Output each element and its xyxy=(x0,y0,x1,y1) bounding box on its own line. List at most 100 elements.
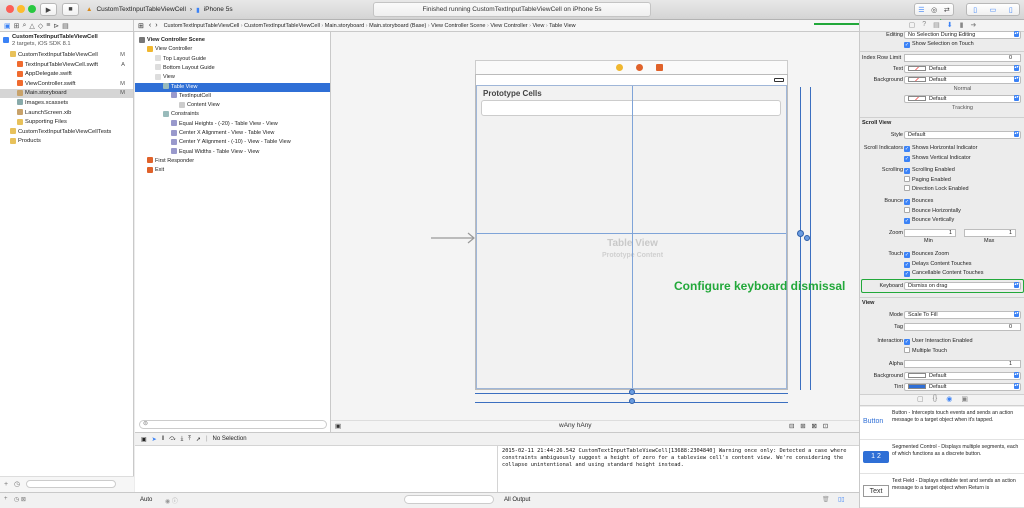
view-background-popup[interactable]: Default xyxy=(904,372,1021,380)
bounce-vertically-checkbox[interactable]: ✓ Bounce Vertically xyxy=(904,216,954,225)
style-popup[interactable]: Default xyxy=(904,131,1021,139)
navigator-toggle-icon[interactable]: ▯ xyxy=(973,6,977,14)
breadcrumb-item[interactable]: CustomTextInputTableViewCell xyxy=(244,23,320,29)
search-icon[interactable]: ⌕ xyxy=(23,22,27,30)
mode-popup[interactable]: Scale To Fill xyxy=(904,311,1021,319)
breadcrumb-item[interactable]: CustomTextInputTableViewCell xyxy=(164,23,240,29)
trash-icon[interactable]: 🗑 xyxy=(822,496,830,503)
file-item[interactable]: AppDelegate.swift xyxy=(0,70,133,79)
quick-look-icon[interactable]: ◉ ⓘ xyxy=(165,496,178,505)
add-icon[interactable]: + xyxy=(4,481,8,488)
variables-view[interactable] xyxy=(135,446,498,492)
auto-variables-selector[interactable]: Auto xyxy=(140,497,152,503)
close-window-button[interactable] xyxy=(6,5,14,13)
file-item[interactable]: TextInputTableViewCell.swift A xyxy=(0,61,133,70)
test-icon[interactable]: ◇ xyxy=(38,22,43,30)
file-item[interactable]: Products xyxy=(0,137,133,146)
outline-item[interactable]: View Controller Scene xyxy=(139,36,205,45)
zoom-window-button[interactable] xyxy=(28,5,36,13)
outline-item[interactable]: Equal Widths - Table View - View xyxy=(171,148,259,157)
outline-item[interactable]: First Responder xyxy=(147,157,194,166)
debug-icon[interactable]: ≡ xyxy=(46,22,50,29)
height-constraint-line[interactable] xyxy=(800,87,801,390)
variables-filter-field[interactable] xyxy=(404,495,494,504)
bounce-horizontally-checkbox[interactable]: Bounce Horizontally xyxy=(904,207,961,216)
breadcrumb-item[interactable]: Table View xyxy=(549,23,576,29)
constraint-handle[interactable] xyxy=(629,389,635,395)
breadcrumb-item[interactable]: View Controller Scene xyxy=(431,23,485,29)
breadcrumb-item[interactable]: View xyxy=(532,23,544,29)
utilities-toggle-icon[interactable]: ▯ xyxy=(1009,6,1013,14)
outline-item[interactable]: Constraints xyxy=(163,110,199,119)
index-row-limit-field[interactable]: 0 xyxy=(904,54,1021,62)
size-inspector-icon[interactable]: ▮ xyxy=(960,21,964,31)
related-items-icon[interactable]: ⊞ xyxy=(138,22,144,30)
tag-field[interactable]: 0 xyxy=(904,323,1021,331)
library-item[interactable]: 1 2 Segmented Control - Displays multiple… xyxy=(860,441,1024,474)
object-library-icon[interactable]: ◉ xyxy=(946,395,952,405)
minimize-window-button[interactable] xyxy=(17,5,25,13)
connections-inspector-icon[interactable]: ➜ xyxy=(971,21,977,31)
breakpoint-icon[interactable]: ⊳ xyxy=(53,22,59,30)
layout-tools[interactable]: ⊟ ⊞ ⊠ ⊡ xyxy=(789,422,830,430)
stop-button[interactable]: ■ xyxy=(62,3,79,16)
file-item[interactable]: ViewController.swift M xyxy=(0,80,133,89)
console-output-selector[interactable]: All Output xyxy=(504,497,530,503)
file-item[interactable]: Images.xcassets xyxy=(0,99,133,108)
pause-icon[interactable]: ‖ xyxy=(162,436,164,442)
step-over-icon[interactable]: ⤼ xyxy=(169,436,175,443)
keyboard-dismiss-popup[interactable]: Dismiss on drag xyxy=(904,282,1021,290)
report-icon[interactable]: ▤ xyxy=(62,22,69,30)
run-button[interactable]: ▶ xyxy=(40,3,57,16)
outline-item[interactable]: Center X Alignment - View - Table View xyxy=(171,129,274,138)
user-interaction-checkbox[interactable]: ✓ User Interaction Enabled xyxy=(904,337,973,346)
outline-item[interactable]: Bottom Layout Guide xyxy=(155,64,215,73)
version-editor-icon[interactable]: ⇄ xyxy=(944,6,950,14)
scrolling-enabled-checkbox[interactable]: ✓ Scrolling Enabled xyxy=(904,166,955,175)
standard-editor-icon[interactable]: ☰ xyxy=(918,6,924,14)
exit-icon[interactable] xyxy=(656,64,663,71)
outline-item[interactable]: Table View xyxy=(135,82,330,92)
assistant-editor-icon[interactable]: ◎ xyxy=(931,6,937,14)
file-inspector-icon[interactable]: ▢ xyxy=(909,21,916,31)
console-layout-icon[interactable]: ▯▯ xyxy=(838,496,845,503)
outline-item[interactable]: View xyxy=(155,73,175,82)
breakpoints-icon[interactable]: ➤ xyxy=(152,436,157,443)
code-snippet-icon[interactable]: {} xyxy=(933,395,938,405)
cancellable-touches-checkbox[interactable]: ✓ Cancellable Content Touches xyxy=(904,269,983,278)
debug-toggle-icon[interactable]: ▭ xyxy=(990,6,997,14)
file-item[interactable]: CustomTextInputTableViewCell M xyxy=(0,51,133,60)
location-icon[interactable]: ➚ xyxy=(196,436,201,443)
breadcrumb-item[interactable]: Main.storyboard xyxy=(325,23,364,29)
horizontal-indicator-checkbox[interactable]: ✓ Shows Horizontal Indicator xyxy=(904,144,977,153)
outline-item[interactable]: Center Y Alignment - (-10) - View - Tabl… xyxy=(171,138,291,147)
tracking-popup[interactable]: Default xyxy=(904,95,1021,103)
back-icon[interactable]: ‹ xyxy=(149,22,151,29)
constraint-handle[interactable] xyxy=(797,230,804,237)
text-input-cell[interactable] xyxy=(481,100,781,116)
direction-lock-checkbox[interactable]: Direction Lock Enabled xyxy=(904,185,969,194)
alpha-field[interactable]: 1 xyxy=(904,360,1021,368)
file-template-icon[interactable]: ▢ xyxy=(917,395,924,405)
media-library-icon[interactable]: ▣ xyxy=(961,395,968,405)
bounces-checkbox[interactable]: ✓ Bounces xyxy=(904,197,933,206)
equal-heights-constraint-line[interactable] xyxy=(810,87,811,390)
tint-popup[interactable]: Default xyxy=(904,383,1021,391)
editing-popup[interactable]: No Selection During Editing xyxy=(904,31,1021,39)
table-view[interactable]: Prototype Cells Table View Prototype Con… xyxy=(476,85,787,389)
breadcrumb-item[interactable]: Main.storyboard (Base) xyxy=(369,23,426,29)
multiple-touch-checkbox[interactable]: Multiple Touch xyxy=(904,347,947,356)
add-icon[interactable]: + xyxy=(4,496,8,502)
file-item[interactable]: LaunchScreen.xib xyxy=(0,109,133,118)
filter-field[interactable] xyxy=(26,480,117,489)
symbol-icon[interactable]: ⊞ xyxy=(14,22,20,30)
delays-touches-checkbox[interactable]: ✓ Delays Content Touches xyxy=(904,260,972,269)
size-class-control[interactable]: wAny hAny xyxy=(559,422,592,429)
bounces-zoom-checkbox[interactable]: ✓ Bounces Zoom xyxy=(904,250,949,259)
outline-item[interactable]: View Controller xyxy=(147,45,192,54)
outline-item[interactable]: Top Layout Guide xyxy=(155,55,206,64)
vertical-indicator-checkbox[interactable]: ✓ Shows Vertical Indicator xyxy=(904,154,971,163)
file-item[interactable]: Main.storyboard M xyxy=(0,89,133,99)
background-popup[interactable]: Default xyxy=(904,76,1021,84)
folder-icon[interactable]: ▣ xyxy=(4,22,11,30)
